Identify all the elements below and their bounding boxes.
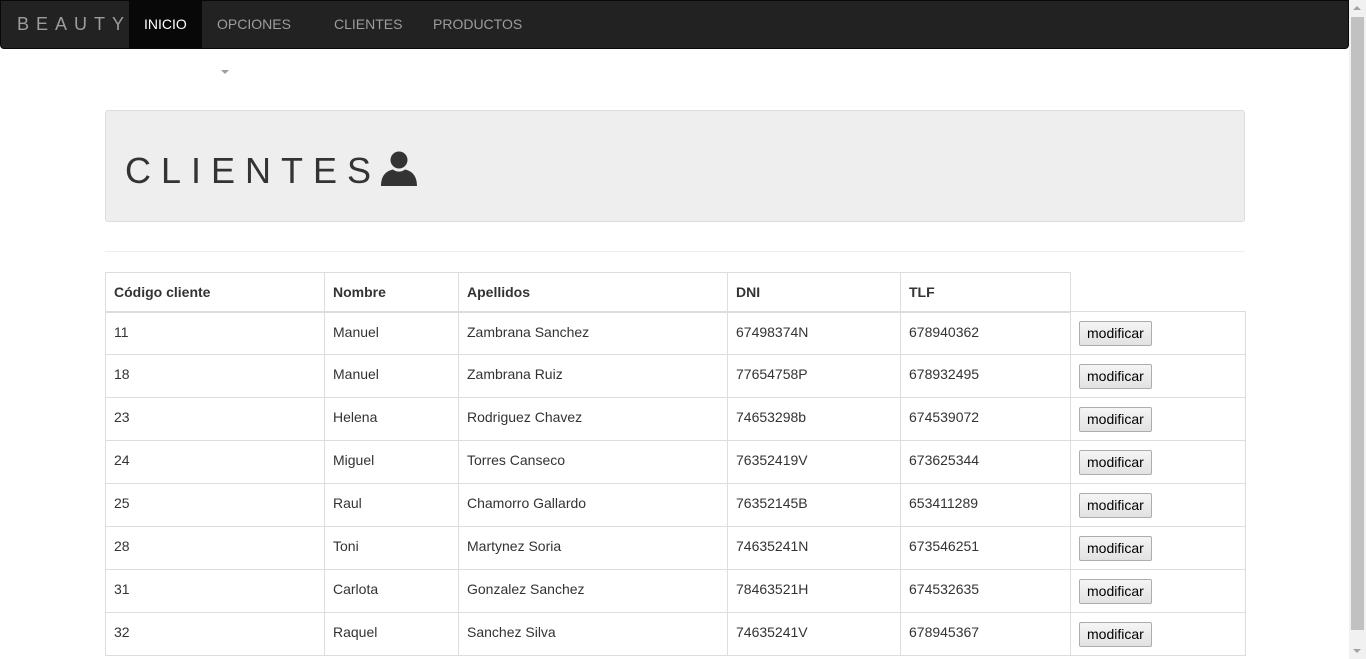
cell-apellidos: Torres Canseco [458,440,728,484]
cell-tlf: 673625344 [900,440,1071,484]
scroll-down-arrow-icon[interactable] [1353,649,1361,653]
modificar-button[interactable]: modificar [1079,622,1152,647]
cell-actions: modificar [1070,397,1246,441]
cell-nombre: Toni [324,526,459,570]
cell-apellidos: Rodriguez Chavez [458,397,728,441]
cell-actions: modificar [1070,526,1246,570]
cell-codigo: 31 [105,569,325,613]
cell-dni: 74653298b [727,397,901,441]
cell-nombre: Raul [324,483,459,527]
brand-logo[interactable]: BEAUTY [17,1,131,49]
modificar-button[interactable]: modificar [1079,536,1152,561]
nav-item-clientes[interactable]: CLIENTES [319,1,418,49]
table-header-row: Código cliente Nombre Apellidos DNI TLF [105,272,1246,313]
cell-nombre: Raquel [324,612,459,656]
cell-dni: 67498374N [727,311,901,355]
cell-codigo: 11 [105,311,325,355]
cell-actions: modificar [1070,612,1246,656]
cell-apellidos: Zambrana Sanchez [458,311,728,355]
modificar-button[interactable]: modificar [1079,364,1152,389]
cell-actions: modificar [1070,483,1246,527]
column-header-codigo: Código cliente [105,272,325,313]
nav-item-label: INICIO [144,16,187,32]
table-row: 11 Manuel Zambrana Sanchez 67498374N 6789403… [105,311,1246,355]
cell-tlf: 678945367 [900,612,1071,656]
cell-tlf: 674539072 [900,397,1071,441]
column-header-apellidos: Apellidos [458,272,728,313]
cell-codigo: 28 [105,526,325,570]
nav-item-label: OPCIONES [217,16,291,32]
cell-tlf: 653411289 [900,483,1071,527]
scrollbar-thumb[interactable] [1351,17,1364,630]
cell-nombre: Miguel [324,440,459,484]
cell-dni: 77654758P [727,354,901,398]
page-title: CLIENTES [125,150,382,191]
cell-actions: modificar [1070,440,1246,484]
table-row: 23 Helena Rodriguez Chavez 74653298b 6745390… [105,397,1246,441]
cell-nombre: Helena [324,397,459,441]
table-row: 24 Miguel Torres Canseco 76352419V 673625344… [105,440,1246,484]
table-row: 18 Manuel Zambrana Ruiz 77654758P 678932495 m… [105,354,1246,398]
cell-tlf: 673546251 [900,526,1071,570]
cell-codigo: 18 [105,354,325,398]
column-header-nombre: Nombre [324,272,459,313]
user-icon [381,151,417,186]
page: BEAUTY INICIO OPCIONES CLIENTES PRODUCTO… [0,0,1366,659]
cell-dni: 74635241V [727,612,901,656]
cell-tlf: 678932495 [900,354,1071,398]
modificar-button[interactable]: modificar [1079,579,1152,604]
cell-codigo: 24 [105,440,325,484]
column-header-dni: DNI [727,272,901,313]
cell-tlf: 674532635 [900,569,1071,613]
cell-actions: modificar [1070,569,1246,613]
table-row: 25 Raul Chamorro Gallardo 76352145B 65341128… [105,483,1246,527]
nav-item-inicio[interactable]: INICIO [129,1,202,49]
cell-apellidos: Gonzalez Sanchez [458,569,728,613]
column-header-tlf: TLF [900,272,1071,313]
page-header-panel: CLIENTES [105,110,1245,222]
cell-nombre: Carlota [324,569,459,613]
table-row: 28 Toni Martynez Soria 74635241N 673546251 mo… [105,526,1246,570]
modificar-button[interactable]: modificar [1079,321,1152,346]
cell-nombre: Manuel [324,354,459,398]
modificar-button[interactable]: modificar [1079,493,1152,518]
cell-apellidos: Chamorro Gallardo [458,483,728,527]
cell-tlf: 678940362 [900,311,1071,355]
table-row: 31 Carlota Gonzalez Sanchez 78463521H 674532… [105,569,1246,613]
cell-nombre: Manuel [324,311,459,355]
column-header-actions [1070,272,1246,312]
cell-dni: 74635241N [727,526,901,570]
cell-dni: 76352145B [727,483,901,527]
scroll-up-arrow-icon[interactable] [1353,6,1361,10]
cell-codigo: 32 [105,612,325,656]
cell-dni: 76352419V [727,440,901,484]
caret-down-icon [221,70,229,75]
cell-actions: modificar [1070,354,1246,398]
nav-item-opciones-dropdown[interactable]: OPCIONES [202,1,319,75]
cell-codigo: 23 [105,397,325,441]
cell-dni: 78463521H [727,569,901,613]
cell-apellidos: Martynez Soria [458,526,728,570]
modificar-button[interactable]: modificar [1079,407,1152,432]
cell-actions: modificar [1070,311,1246,355]
top-navbar: BEAUTY INICIO OPCIONES CLIENTES PRODUCTO… [0,0,1349,75]
cell-codigo: 25 [105,483,325,527]
table-row: 32 Raquel Sanchez Silva 74635241V 678945367 m… [105,612,1246,656]
modificar-button[interactable]: modificar [1079,450,1152,475]
nav-item-productos[interactable]: PRODUCTOS [418,1,538,49]
cell-apellidos: Zambrana Ruiz [458,354,728,398]
cell-apellidos: Sanchez Silva [458,612,728,656]
nav-item-label: PRODUCTOS [433,16,523,32]
nav-item-label: CLIENTES [334,16,403,32]
vertical-scrollbar[interactable] [1349,0,1366,659]
section-divider [105,251,1245,252]
clients-table: Código cliente Nombre Apellidos DNI TLF … [105,272,1246,656]
